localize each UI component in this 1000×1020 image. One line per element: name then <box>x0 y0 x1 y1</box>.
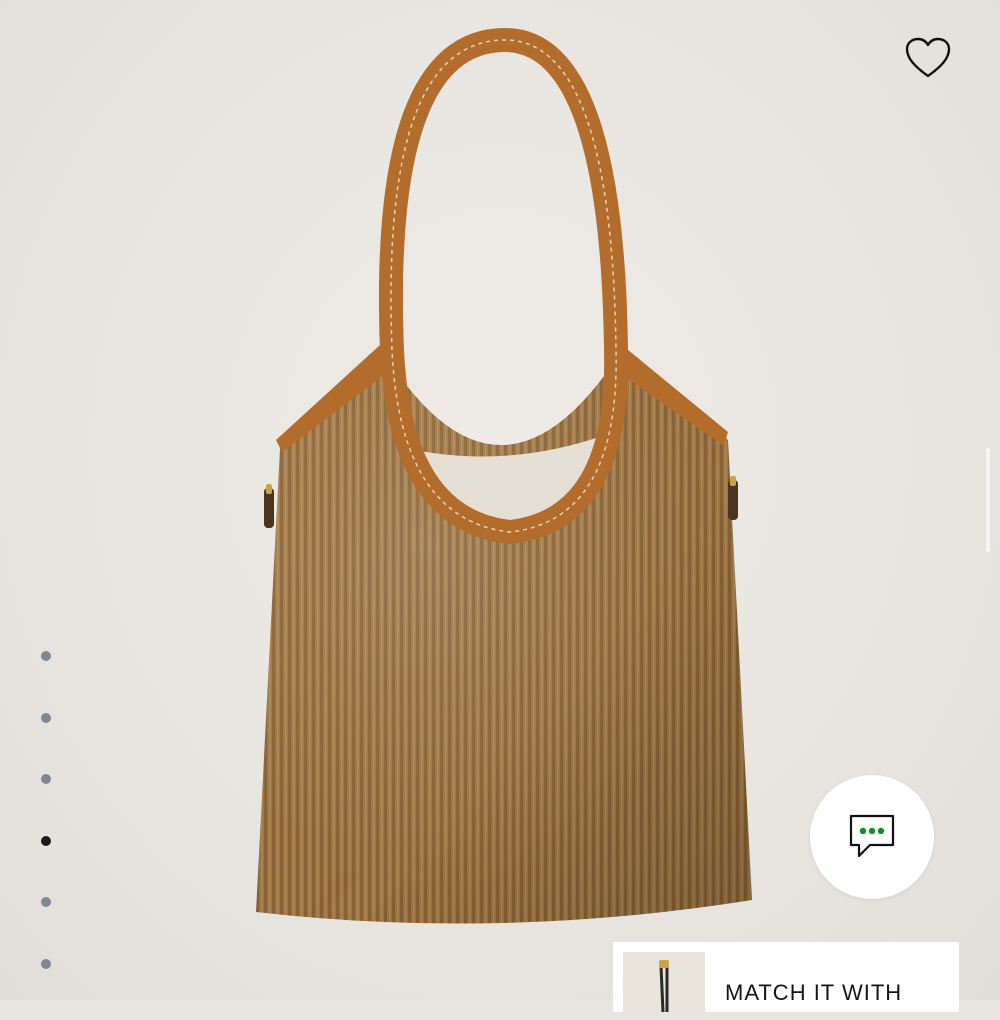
carousel-dot[interactable] <box>41 712 51 723</box>
chat-button[interactable] <box>810 775 934 899</box>
wishlist-button[interactable] <box>900 30 956 86</box>
match-label: MATCH IT WITH <box>725 980 903 1005</box>
carousel-dot[interactable] <box>41 958 51 969</box>
carousel-dot[interactable] <box>41 897 51 907</box>
match-it-with-card[interactable]: MATCH IT WITH <box>613 942 959 1012</box>
carousel-dot[interactable] <box>41 774 51 784</box>
carousel-dot-active[interactable] <box>41 835 51 846</box>
carousel-dot[interactable] <box>41 651 51 661</box>
heart-icon <box>905 37 951 78</box>
scroll-indicator[interactable] <box>986 448 990 552</box>
chat-bubble-icon <box>849 814 895 858</box>
match-thumbnail <box>623 952 705 1012</box>
carousel-dots <box>41 651 53 1020</box>
